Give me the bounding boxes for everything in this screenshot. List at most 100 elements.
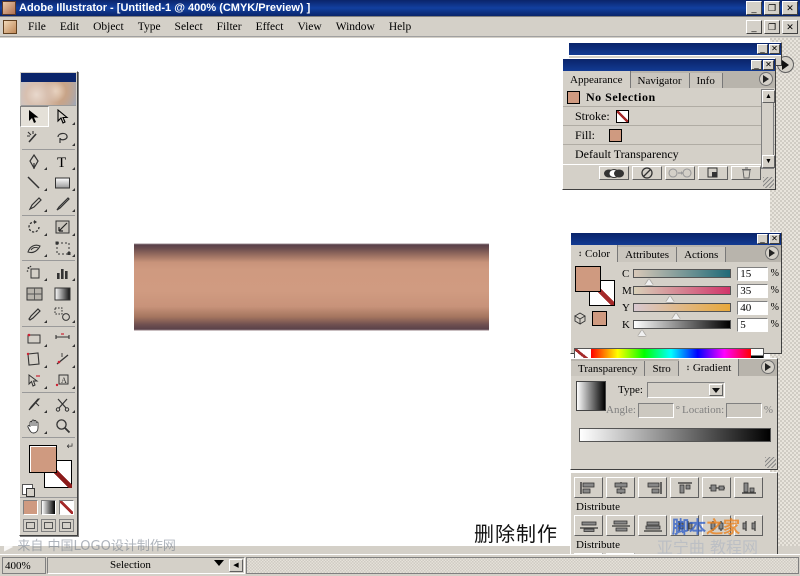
tab-actions[interactable]: Actions bbox=[677, 247, 727, 262]
color-panel-menu-arrow-icon[interactable] bbox=[765, 246, 779, 260]
gradient-slider-ramp[interactable] bbox=[579, 428, 771, 442]
slider-thumb-c[interactable] bbox=[645, 279, 654, 285]
swap-fill-stroke-icon[interactable]: ↵ bbox=[66, 441, 74, 452]
slider-track-k[interactable] bbox=[633, 320, 732, 336]
slider-value-k[interactable]: 5 bbox=[737, 317, 768, 332]
fill-swatch[interactable] bbox=[29, 445, 57, 473]
gradient-preview-thumbnail[interactable] bbox=[576, 381, 606, 411]
status-resize-button[interactable]: ◀ bbox=[229, 559, 243, 572]
hand-tool[interactable] bbox=[20, 415, 49, 436]
magic-wand-tool[interactable] bbox=[20, 127, 49, 148]
appearance-panel-scrollbar[interactable]: ▲ ▼ bbox=[761, 89, 775, 169]
horizontal-scrollbar[interactable] bbox=[246, 557, 799, 574]
close-button[interactable]: ✕ bbox=[782, 1, 798, 15]
clear-appearance-button[interactable] bbox=[632, 166, 662, 180]
toolbox-title-bar[interactable] bbox=[21, 73, 76, 82]
full-screen-mode-button[interactable] bbox=[59, 519, 74, 532]
tab-transparency[interactable]: Transparency bbox=[571, 361, 646, 376]
delete-item-button[interactable] bbox=[731, 166, 761, 180]
zoom-level-field[interactable]: 400% bbox=[2, 557, 46, 574]
color-panel-minimize-button[interactable]: _ bbox=[757, 234, 768, 244]
appearance-scroll-down-button[interactable]: ▼ bbox=[762, 155, 775, 168]
background-panel-minimize-button[interactable]: _ bbox=[757, 44, 768, 54]
warp-tool[interactable] bbox=[20, 238, 49, 259]
gradient-tool[interactable] bbox=[49, 283, 78, 304]
appearance-transparency-row[interactable]: Default Transparency bbox=[563, 145, 775, 164]
menu-item-window[interactable]: Window bbox=[329, 20, 382, 34]
area-type-tool[interactable]: A bbox=[49, 370, 78, 391]
blend-tool[interactable] bbox=[49, 304, 78, 325]
gradient-panel-resize-grip[interactable] bbox=[765, 457, 776, 468]
mesh-tool[interactable] bbox=[20, 283, 49, 304]
duplicate-item-button[interactable] bbox=[698, 166, 728, 180]
column-graph-tool[interactable] bbox=[49, 262, 78, 283]
gradient-location-input[interactable] bbox=[726, 402, 762, 418]
add-new-stroke-button[interactable] bbox=[599, 166, 629, 180]
direct-select-extra-tool[interactable] bbox=[20, 370, 49, 391]
menu-item-file[interactable]: File bbox=[21, 20, 53, 34]
default-fill-stroke-icon[interactable] bbox=[22, 484, 35, 497]
gradient-angle-input[interactable] bbox=[637, 402, 674, 418]
gradient-panel-menu-arrow-icon[interactable] bbox=[761, 360, 775, 374]
zoom-tool[interactable] bbox=[49, 415, 78, 436]
slider-track-m[interactable] bbox=[633, 286, 732, 302]
appearance-scroll-up-button[interactable]: ▲ bbox=[762, 90, 775, 103]
reduce-to-basic-appearance-button[interactable] bbox=[665, 166, 695, 180]
restore-button[interactable]: ❐ bbox=[764, 1, 780, 15]
appearance-panel-title-bar[interactable]: _ ✕ bbox=[563, 59, 775, 71]
line-segment-tool[interactable] bbox=[20, 172, 49, 193]
chevron-down-icon[interactable] bbox=[214, 560, 224, 566]
paintbrush-tool[interactable] bbox=[20, 193, 49, 214]
align-left-edge-button[interactable] bbox=[574, 477, 603, 498]
menu-item-view[interactable]: View bbox=[290, 20, 328, 34]
appearance-panel-resize-grip[interactable] bbox=[763, 177, 774, 188]
tab-stroke[interactable]: Stro bbox=[645, 361, 679, 376]
align-bottom-edge-button[interactable] bbox=[734, 477, 763, 498]
menu-item-select[interactable]: Select bbox=[168, 20, 210, 34]
document-close-button[interactable]: ✕ bbox=[782, 20, 798, 34]
knife-tool[interactable] bbox=[20, 394, 49, 415]
gradient-fill-button[interactable] bbox=[41, 500, 56, 515]
align-vertical-center-button[interactable] bbox=[702, 477, 731, 498]
document-icon[interactable] bbox=[3, 20, 17, 34]
scale-tool[interactable] bbox=[49, 217, 78, 238]
menu-item-object[interactable]: Object bbox=[86, 20, 131, 34]
gradient-type-select[interactable] bbox=[646, 382, 725, 398]
slice-tool[interactable] bbox=[20, 328, 49, 349]
fill-color-swatch-icon[interactable] bbox=[609, 128, 623, 142]
tab-attributes[interactable]: Attributes bbox=[618, 247, 678, 262]
document-restore-button[interactable]: ❐ bbox=[764, 20, 780, 34]
scissors-measure-tool[interactable] bbox=[49, 349, 78, 370]
rotate-tool[interactable] bbox=[20, 217, 49, 238]
direct-selection-tool[interactable] bbox=[49, 106, 78, 127]
selection-tool[interactable] bbox=[20, 106, 49, 127]
appearance-panel-close-button[interactable]: ✕ bbox=[763, 60, 774, 70]
full-screen-menubar-mode-button[interactable] bbox=[41, 519, 56, 532]
none-fill-button[interactable] bbox=[59, 500, 74, 515]
standard-screen-mode-button[interactable] bbox=[23, 519, 38, 532]
type-tool[interactable]: T bbox=[49, 151, 78, 172]
menu-item-type[interactable]: Type bbox=[131, 20, 168, 34]
document-minimize-button[interactable]: _ bbox=[746, 20, 762, 34]
page-tool[interactable] bbox=[20, 349, 49, 370]
slider-value-y[interactable]: 40 bbox=[737, 300, 768, 315]
distribute-top-edge-button[interactable] bbox=[574, 515, 603, 536]
align-horizontal-center-button[interactable] bbox=[606, 477, 635, 498]
tab-appearance[interactable]: Appearance bbox=[563, 71, 631, 88]
menu-item-edit[interactable]: Edit bbox=[53, 20, 86, 34]
tab-gradient[interactable]: ↕ Gradient bbox=[678, 359, 740, 376]
slider-thumb-m[interactable] bbox=[666, 296, 675, 302]
measure-tool[interactable] bbox=[49, 328, 78, 349]
distribute-bottom-edge-button[interactable] bbox=[638, 515, 667, 536]
slider-track-y[interactable] bbox=[633, 303, 732, 319]
align-top-edge-button[interactable] bbox=[670, 477, 699, 498]
rectangle-tool[interactable] bbox=[49, 172, 78, 193]
tab-color[interactable]: ↕ Color bbox=[571, 245, 619, 262]
lasso-tool[interactable] bbox=[49, 127, 78, 148]
slider-thumb-k[interactable] bbox=[638, 330, 647, 336]
appearance-stroke-row[interactable]: Stroke: bbox=[563, 107, 775, 126]
color-fill-swatch[interactable] bbox=[575, 266, 601, 292]
symbol-sprayer-tool[interactable] bbox=[20, 262, 49, 283]
free-transform-tool[interactable] bbox=[49, 238, 78, 259]
background-panel-close-button[interactable]: ✕ bbox=[769, 44, 780, 54]
